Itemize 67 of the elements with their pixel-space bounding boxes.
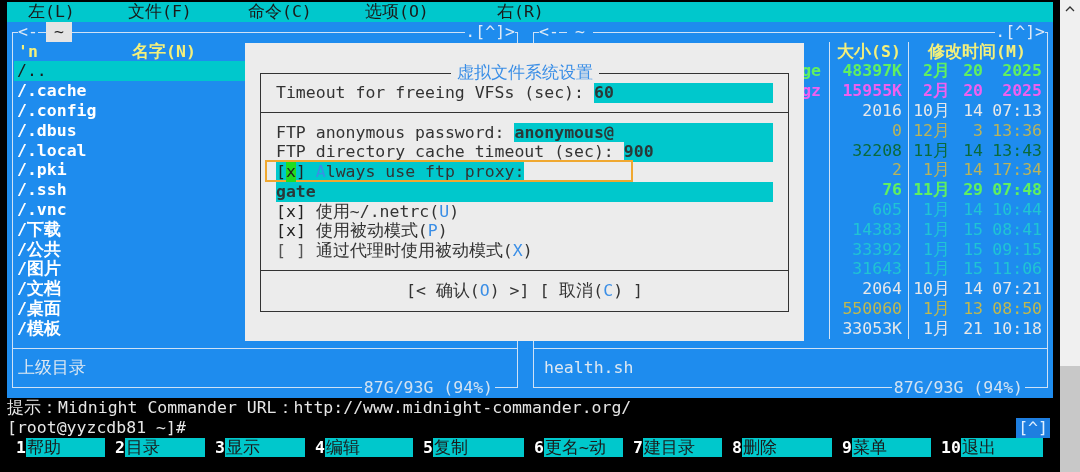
file-size: 15955K (842, 81, 902, 101)
file-day: 20 (950, 61, 983, 82)
file-size: 33053K (842, 318, 902, 338)
file-time: 11:06 (991, 259, 1042, 280)
file-size: 76 (882, 180, 902, 200)
file-time: 2025 (1001, 61, 1042, 82)
file-time: 10:18 (991, 318, 1042, 339)
file-day: 15 (950, 259, 983, 280)
file-month: 11月 (912, 140, 950, 161)
file-month: 1月 (922, 199, 950, 220)
file-time: 07:21 (991, 279, 1042, 299)
file-size: 14383 (852, 219, 902, 239)
shell-prompt: [root@yyzcdb81 ~]# (7, 417, 186, 438)
sort-indicator: 'n (18, 41, 38, 62)
file-month: 12月 (912, 120, 950, 141)
file-size: 0 (892, 120, 902, 140)
file-day: 14 (950, 101, 983, 121)
file-day: 14 (950, 160, 983, 181)
file-day: 15 (950, 239, 983, 260)
free-space: 87G/93G (94%) (361, 378, 495, 398)
field-label: Timeout for freeing VFSs (sec): (276, 82, 585, 103)
file-day: 29 (950, 180, 983, 200)
field-label: FTP anonymous password: (276, 122, 506, 143)
file-time: 2025 (1001, 81, 1042, 101)
file-size: 2 (892, 160, 902, 180)
file-month: 1月 (922, 298, 950, 319)
file-month: 2月 (922, 81, 950, 101)
file-day: 15 (950, 219, 983, 240)
mini-status: health.sh (544, 358, 634, 378)
file-time: 08:50 (991, 298, 1042, 319)
file-time: 17:34 (991, 160, 1042, 181)
file-month: 1月 (922, 160, 950, 181)
file-day: 21 (950, 318, 983, 339)
mini-status: 上级目录 (18, 358, 86, 378)
field-label: FTP directory cache timeout (sec): (276, 142, 615, 163)
free-space: 87G/93G (94%) (891, 378, 1025, 398)
file-time: 07:13 (991, 101, 1042, 121)
file-month: 1月 (922, 239, 950, 260)
file-time: 07:48 (991, 180, 1042, 200)
file-day: 20 (950, 81, 983, 101)
file-day: 14 (950, 140, 983, 161)
file-day: 13 (950, 298, 983, 319)
file-time: 10:44 (991, 199, 1042, 220)
file-time: 08:41 (991, 219, 1042, 240)
file-day: 14 (950, 279, 983, 299)
file-month: 10月 (912, 101, 950, 121)
file-size: 605 (872, 199, 902, 219)
file-size: 2064 (862, 279, 902, 299)
dialog-title: 虚拟文件系统设置 (450, 63, 599, 83)
file-day: 3 (950, 120, 983, 141)
file-time: 13:36 (991, 120, 1042, 141)
file-size: 2016 (862, 101, 902, 120)
file-size: 32208 (852, 140, 902, 160)
file-month: 11月 (912, 180, 950, 200)
file-time: 09:15 (991, 239, 1042, 260)
file-size: 33392 (852, 239, 902, 259)
file-time: 13:43 (991, 140, 1042, 161)
hint-text: 提示：Midnight Commander URL：http://www.midnight-commander.org/ (7, 398, 633, 418)
file-size: 48397K (842, 61, 902, 81)
file-size: 31643 (852, 259, 902, 279)
file-day: 14 (950, 199, 983, 220)
file-month: 1月 (922, 259, 950, 280)
file-month: 2月 (922, 61, 950, 82)
file-month: 1月 (922, 318, 950, 339)
file-size: 550060 (842, 298, 902, 318)
file-month: 10月 (912, 279, 950, 299)
file-month: 1月 (922, 219, 950, 240)
